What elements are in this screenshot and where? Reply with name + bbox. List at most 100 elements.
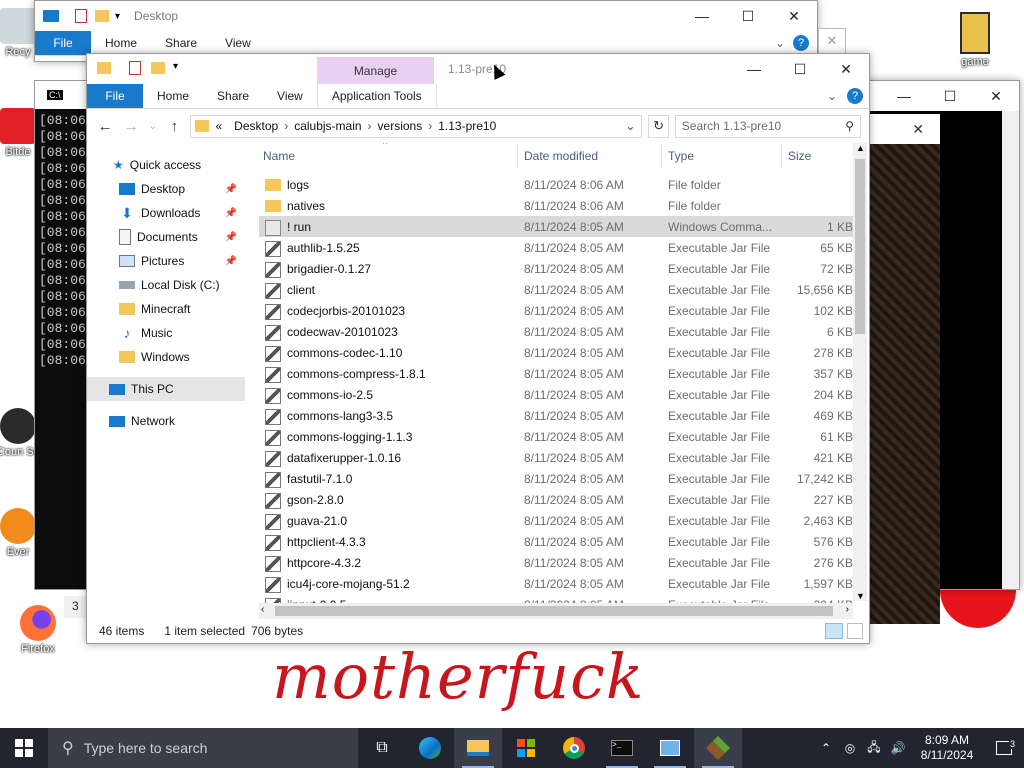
explorer-titlebar[interactable]: ▾ 1.13-pre10 Manage — ☐ ✕ xyxy=(87,54,869,85)
file-row[interactable]: httpcore-4.3.2 8/11/2024 8:05 AM Executabl… xyxy=(259,552,855,573)
command-prompt-button[interactable]: >_ xyxy=(598,728,646,768)
file-row[interactable]: gson-2.8.0 8/11/2024 8:05 AM Executable Ja… xyxy=(259,489,855,510)
scroll-left-icon[interactable]: ‹ xyxy=(261,604,264,615)
show-hidden-icons-icon[interactable]: ⌃ xyxy=(814,741,838,755)
minecraft-button[interactable] xyxy=(694,728,742,768)
taskbar-search-input[interactable]: Type here to search xyxy=(84,740,208,756)
help-icon[interactable]: ? xyxy=(847,88,863,104)
column-type[interactable]: Type xyxy=(668,149,694,163)
file-row[interactable]: guava-21.0 8/11/2024 8:05 AM Executable Ja… xyxy=(259,510,855,531)
scroll-up-icon[interactable]: ▲ xyxy=(856,143,865,153)
volume-icon[interactable]: 🔊 xyxy=(886,741,910,755)
tab-file[interactable]: File xyxy=(87,84,143,108)
file-row[interactable]: client 8/11/2024 8:05 AM Executable Jar Fi… xyxy=(259,279,855,300)
game-window-scrollbar[interactable] xyxy=(1002,111,1019,589)
minimize-button[interactable]: — xyxy=(731,54,777,84)
file-row[interactable]: authlib-1.5.25 8/11/2024 8:05 AM Executabl… xyxy=(259,237,855,258)
scrollbar-thumb[interactable] xyxy=(855,159,865,334)
expand-ribbon-icon[interactable]: ⌄ xyxy=(827,89,837,103)
maximize-button[interactable]: ☐ xyxy=(725,1,771,31)
nav-downloads[interactable]: ⬇ Downloads 📌 xyxy=(87,201,245,225)
close-button[interactable]: ✕ xyxy=(973,81,1019,111)
desktop-icon-firefox[interactable]: Firefox xyxy=(8,605,68,655)
tab-file[interactable]: File xyxy=(35,31,91,55)
clock[interactable]: 8:09 AM 8/11/2024 xyxy=(910,733,984,763)
nav-documents[interactable]: Documents 📌 xyxy=(87,225,245,249)
tab-view[interactable]: View xyxy=(211,31,265,55)
breadcrumb-versions[interactable]: versions xyxy=(372,119,429,133)
address-bar[interactable]: « Desktop › calubjs-main › versions › 1.… xyxy=(190,114,643,138)
file-row[interactable]: commons-codec-1.10 8/11/2024 8:05 AM Execu… xyxy=(259,342,855,363)
scroll-right-icon[interactable]: › xyxy=(846,604,849,615)
console-window[interactable]: C:\ [08:06 [08:06 [08:06 [08:06 [08:06 [08:06… xyxy=(34,80,90,590)
desktop-icon-game[interactable]: game xyxy=(945,12,1005,68)
tab-home[interactable]: Home xyxy=(91,31,151,55)
file-row[interactable]: commons-io-2.5 8/11/2024 8:05 AM Executabl… xyxy=(259,384,855,405)
column-size[interactable]: Size xyxy=(788,149,811,163)
tab-view[interactable]: View xyxy=(263,84,317,108)
vertical-scrollbar[interactable]: ▲ ▼ xyxy=(853,143,867,601)
back-button[interactable]: ← xyxy=(95,115,115,137)
file-row[interactable]: commons-compress-1.8.1 8/11/2024 8:05 AM E… xyxy=(259,363,855,384)
chrome-button[interactable] xyxy=(550,728,598,768)
refresh-button[interactable]: ↻ xyxy=(648,114,669,138)
maximize-button[interactable]: ☐ xyxy=(777,54,823,84)
file-row[interactable]: icu4j-core-mojang-51.2 8/11/2024 8:05 AM E… xyxy=(259,573,855,594)
file-row[interactable]: codecwav-20101023 8/11/2024 8:05 AM Execut… xyxy=(259,321,855,342)
store-button[interactable] xyxy=(502,728,550,768)
tab-share[interactable]: Share xyxy=(151,31,211,55)
nav-desktop[interactable]: Desktop 📌 xyxy=(87,177,245,201)
nav-quick-access[interactable]: ★ Quick access xyxy=(87,153,245,177)
scrollbar-thumb[interactable] xyxy=(275,606,833,616)
network-icon[interactable]: 🖧 xyxy=(862,738,886,759)
file-row[interactable]: codecjorbis-20101023 8/11/2024 8:05 AM Exe… xyxy=(259,300,855,321)
close-button[interactable]: ✕ xyxy=(771,1,817,31)
column-separator[interactable] xyxy=(661,145,662,167)
horizontal-scrollbar[interactable]: ‹ › xyxy=(259,603,853,619)
breadcrumb-overflow[interactable]: « xyxy=(209,119,228,133)
nav-local-disk[interactable]: Local Disk (C:) xyxy=(87,273,245,297)
breadcrumb-current[interactable]: 1.13-pre10 xyxy=(432,119,502,133)
edge-button[interactable] xyxy=(406,728,454,768)
column-name[interactable]: Name xyxy=(263,149,295,163)
file-row[interactable]: ! run 8/11/2024 8:05 AM Windows Comma... 1 … xyxy=(259,216,855,237)
notifications-button[interactable]: 3 xyxy=(984,739,1024,755)
nav-pictures[interactable]: Pictures 📌 xyxy=(87,249,245,273)
start-button[interactable] xyxy=(0,728,48,768)
control-panel-button[interactable] xyxy=(646,728,694,768)
column-separator[interactable] xyxy=(517,145,518,167)
expand-ribbon-icon[interactable]: ⌄ xyxy=(775,36,785,50)
nav-this-pc[interactable]: This PC xyxy=(87,377,245,401)
large-icons-view-icon[interactable] xyxy=(847,623,863,639)
file-row[interactable]: commons-logging-1.1.3 8/11/2024 8:05 AM Ex… xyxy=(259,426,855,447)
webcam-icon[interactable]: ◎ xyxy=(838,741,862,755)
search-input[interactable]: Search 1.13-pre10 xyxy=(682,119,781,133)
file-row[interactable]: datafixerupper-1.0.16 8/11/2024 8:05 AM Ex… xyxy=(259,447,855,468)
file-row[interactable]: logs 8/11/2024 8:06 AM File folder xyxy=(259,174,855,195)
help-icon[interactable]: ? xyxy=(793,35,809,51)
nav-network[interactable]: Network xyxy=(87,409,245,433)
up-button[interactable]: ↑ xyxy=(164,115,184,137)
explorer-window[interactable]: ▾ 1.13-pre10 Manage — ☐ ✕ File Home Shar… xyxy=(86,53,870,644)
file-row[interactable]: httpclient-4.3.3 8/11/2024 8:05 AM Executa… xyxy=(259,531,855,552)
nav-minecraft[interactable]: Minecraft xyxy=(87,297,245,321)
breadcrumb-calubjs-main[interactable]: calubjs-main xyxy=(288,119,367,133)
file-row[interactable]: brigadier-0.1.27 8/11/2024 8:05 AM Executa… xyxy=(259,258,855,279)
column-date-modified[interactable]: Date modified xyxy=(524,149,598,163)
address-dropdown-icon[interactable]: ⌄ xyxy=(625,119,635,133)
minimize-button[interactable]: — xyxy=(679,1,725,31)
tab-home[interactable]: Home xyxy=(143,84,203,108)
minimize-button[interactable]: — xyxy=(881,81,927,111)
file-row[interactable]: fastutil-7.1.0 8/11/2024 8:05 AM Executabl… xyxy=(259,468,855,489)
tab-application-tools[interactable]: Application Tools xyxy=(316,84,437,108)
breadcrumb-desktop[interactable]: Desktop xyxy=(228,119,284,133)
file-row[interactable]: natives 8/11/2024 8:06 AM File folder xyxy=(259,195,855,216)
tab-share[interactable]: Share xyxy=(203,84,263,108)
recent-locations-button[interactable]: ⌄ xyxy=(147,115,158,137)
details-view-icon[interactable] xyxy=(825,623,843,639)
taskbar-search[interactable]: ⚲ Type here to search xyxy=(48,728,358,768)
game-window-titlebar[interactable]: — ☐ ✕ xyxy=(861,81,1019,111)
task-view-button[interactable]: ⧉ xyxy=(358,728,406,768)
forward-button[interactable]: → xyxy=(121,115,141,137)
file-explorer-button[interactable] xyxy=(454,728,502,768)
